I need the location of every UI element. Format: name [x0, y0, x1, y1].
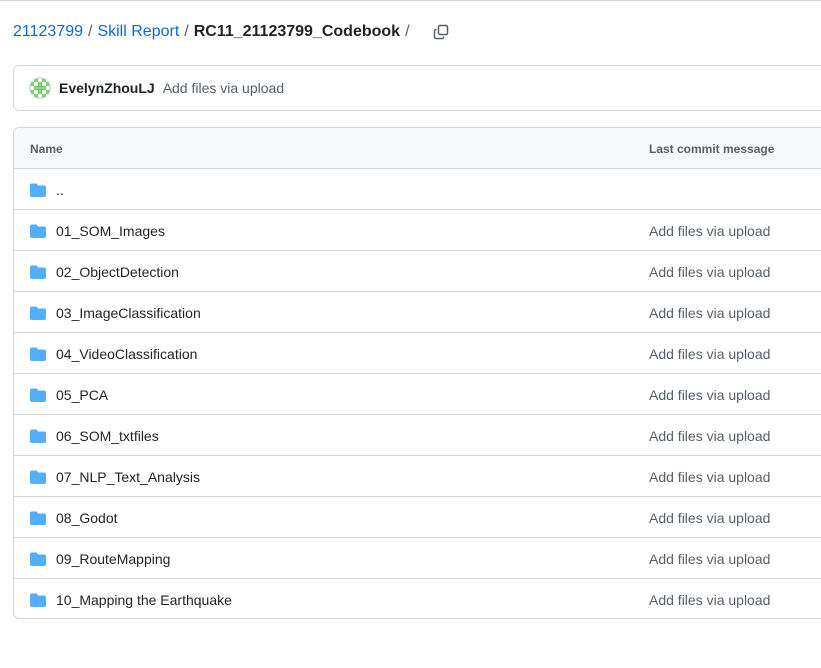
table-row[interactable]: 06_SOM_txtfiles Add files via upload	[14, 415, 821, 456]
folder-icon	[30, 182, 46, 198]
row-commit-message[interactable]: Add files via upload	[649, 428, 770, 444]
table-row[interactable]: 05_PCA Add files via upload	[14, 374, 821, 415]
top-border	[0, 0, 821, 1]
row-commit-message[interactable]: Add files via upload	[649, 469, 770, 485]
row-commit-message[interactable]: Add files via upload	[649, 510, 770, 526]
folder-icon	[30, 223, 46, 239]
folder-name-link[interactable]: ..	[56, 182, 64, 198]
table-row[interactable]: ..	[14, 169, 821, 210]
folder-icon	[30, 592, 46, 608]
folder-name-link[interactable]: 10_Mapping the Earthquake	[56, 592, 232, 608]
breadcrumb-separator: /	[184, 23, 189, 40]
table-header: Name Last commit message	[14, 128, 821, 169]
folder-icon	[30, 346, 46, 362]
folder-icon	[30, 305, 46, 321]
folder-name-link[interactable]: 07_NLP_Text_Analysis	[56, 469, 200, 485]
folder-icon	[30, 510, 46, 526]
folder-name-link[interactable]: 03_ImageClassification	[56, 305, 201, 321]
commit-message-link[interactable]: Add files via upload	[163, 80, 284, 96]
folder-icon	[30, 387, 46, 403]
column-header-name: Name	[30, 142, 63, 156]
breadcrumb-owner-link[interactable]: 21123799	[13, 23, 83, 41]
table-row[interactable]: 10_Mapping the Earthquake Add files via u…	[14, 579, 821, 618]
column-header-message: Last commit message	[649, 142, 775, 156]
folder-name-link[interactable]: 06_SOM_txtfiles	[56, 428, 159, 444]
row-commit-message[interactable]: Add files via upload	[649, 592, 770, 608]
latest-commit-box: EvelynZhouLJ Add files via upload	[13, 65, 821, 111]
commit-author-link[interactable]: EvelynZhouLJ	[59, 80, 155, 96]
folder-icon	[30, 551, 46, 567]
folder-icon	[30, 264, 46, 280]
breadcrumb-separator: /	[405, 23, 410, 40]
row-commit-message[interactable]: Add files via upload	[649, 551, 770, 567]
row-commit-message[interactable]: Add files via upload	[649, 264, 770, 280]
folder-name-link[interactable]: 05_PCA	[56, 387, 108, 403]
breadcrumb: 21123799 / Skill Report / RC11_21123799_…	[13, 20, 453, 44]
folder-name-link[interactable]: 01_SOM_Images	[56, 223, 165, 239]
copy-path-button[interactable]	[429, 20, 453, 44]
file-table: Name Last commit message .. 01_SOM_Images…	[13, 127, 821, 619]
folder-name-link[interactable]: 09_RouteMapping	[56, 551, 170, 567]
table-row[interactable]: 04_VideoClassification Add files via uplo…	[14, 333, 821, 374]
copy-icon	[433, 24, 448, 40]
folder-name-link[interactable]: 02_ObjectDetection	[56, 264, 179, 280]
breadcrumb-separator: /	[88, 23, 93, 40]
table-row[interactable]: 03_ImageClassification Add files via uplo…	[14, 292, 821, 333]
folder-name-link[interactable]: 04_VideoClassification	[56, 346, 197, 362]
folder-name-link[interactable]: 08_Godot	[56, 510, 118, 526]
identicon-avatar-icon	[30, 78, 50, 98]
row-commit-message[interactable]: Add files via upload	[649, 305, 770, 321]
breadcrumb-folder-link[interactable]: Skill Report	[97, 23, 179, 41]
table-row[interactable]: 09_RouteMapping Add files via upload	[14, 538, 821, 579]
row-commit-message[interactable]: Add files via upload	[649, 346, 770, 362]
table-row[interactable]: 02_ObjectDetection Add files via upload	[14, 251, 821, 292]
row-commit-message[interactable]: Add files via upload	[649, 223, 770, 239]
author-avatar[interactable]	[30, 78, 50, 98]
folder-icon	[30, 428, 46, 444]
folder-icon	[30, 469, 46, 485]
table-row[interactable]: 07_NLP_Text_Analysis Add files via upload	[14, 456, 821, 497]
row-commit-message[interactable]: Add files via upload	[649, 387, 770, 403]
table-row[interactable]: 01_SOM_Images Add files via upload	[14, 210, 821, 251]
breadcrumb-current: RC11_21123799_Codebook	[193, 23, 401, 40]
table-row[interactable]: 08_Godot Add files via upload	[14, 497, 821, 538]
